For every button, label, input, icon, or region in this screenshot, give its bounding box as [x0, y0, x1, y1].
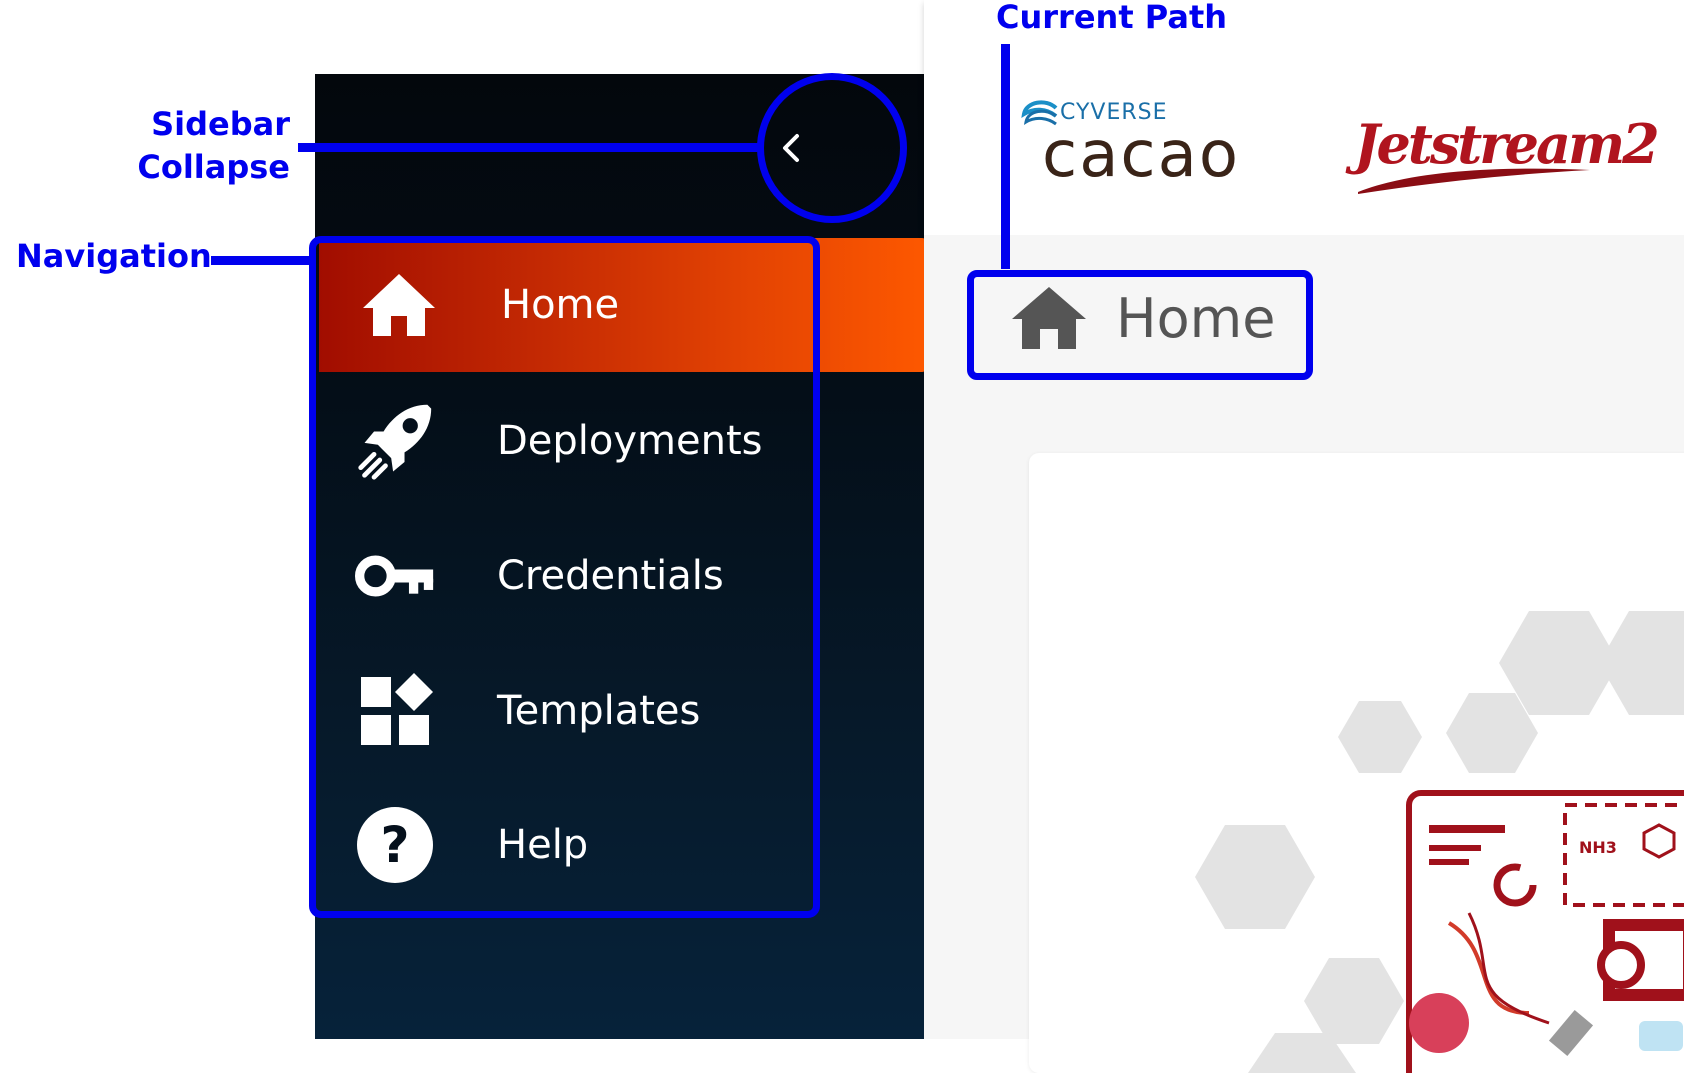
science-illustration: NH3 — [1195, 611, 1684, 1073]
jetstream-swoosh-icon — [1358, 168, 1590, 194]
annotation-sidebar-collapse-line — [298, 143, 758, 152]
welcome-card: NH3 — [1029, 453, 1684, 1073]
annotation-sidebar-collapse-line2: Collapse — [137, 148, 290, 186]
annotation-navigation-box — [309, 236, 820, 918]
annotation-current-path: Current Path — [996, 0, 1228, 36]
cacao-logo[interactable]: CYVERSE cacao — [1020, 96, 1280, 196]
svg-text:NH3: NH3 — [1579, 838, 1617, 857]
jetstream2-logo[interactable]: Jetstream2 — [1354, 112, 1660, 202]
annotation-navigation-line — [211, 256, 315, 265]
annotation-current-path-line — [1001, 44, 1010, 269]
cacao-wordmark: cacao — [1042, 118, 1240, 192]
annotation-navigation: Navigation — [16, 237, 212, 275]
annotation-sidebar-collapse-circle — [757, 73, 907, 223]
annotation-current-path-box — [967, 270, 1313, 380]
annotation-sidebar-collapse-line1: Sidebar — [151, 105, 290, 143]
